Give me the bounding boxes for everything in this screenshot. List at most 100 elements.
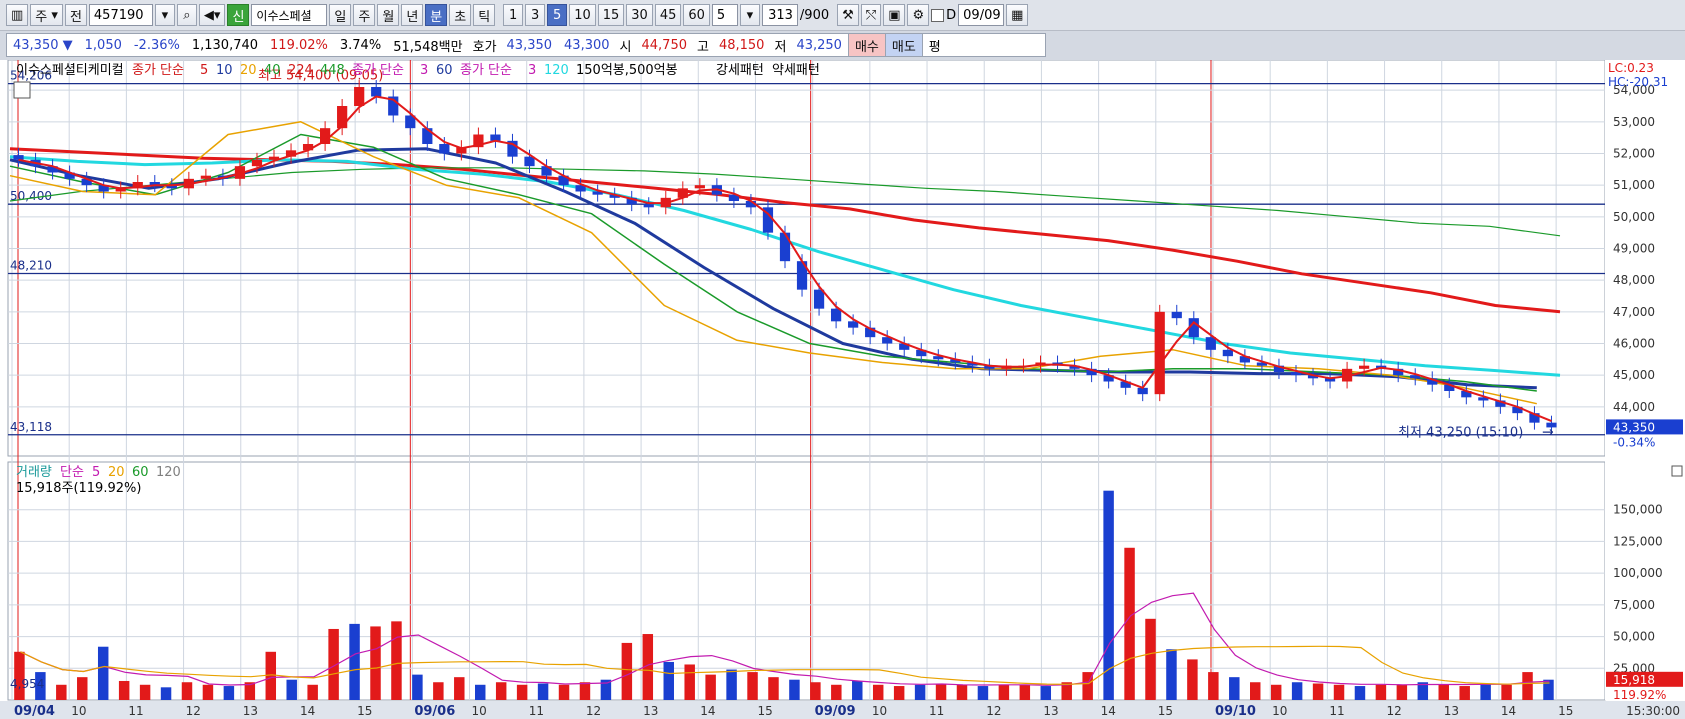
- table-icon: [13, 81, 31, 99]
- y-tick-label: 49,000: [1613, 242, 1655, 256]
- volume-bar: [56, 684, 67, 700]
- candle-body: [1171, 311, 1182, 319]
- calendar-icon[interactable]: ▦: [1006, 4, 1029, 26]
- stock-code-input[interactable]: 457190: [88, 4, 153, 26]
- date-input[interactable]: 09/09: [958, 4, 1005, 26]
- price-legend-item: 5: [200, 63, 208, 78]
- bid-price: 43,300: [564, 37, 610, 53]
- y-tick-label: 46,000: [1613, 337, 1655, 351]
- low-annotation: 최저 43,250 (15:10): [1398, 426, 1523, 441]
- volume-legend-item: 단순: [60, 465, 84, 480]
- indicator-icon[interactable]: ⚒: [837, 4, 859, 26]
- x-tick-label: 13: [1043, 704, 1058, 718]
- x-tick-label: 10: [872, 704, 887, 718]
- compare-icon[interactable]: ⤲: [860, 4, 882, 26]
- current-price: 43,350 ▼: [13, 37, 73, 53]
- period-tab-0[interactable]: 일: [329, 4, 352, 26]
- sell-button[interactable]: 매도: [884, 34, 922, 56]
- interval-tab-60[interactable]: 60: [683, 4, 710, 26]
- volume-bar: [747, 672, 758, 700]
- hc-label: HC:-20.31: [1608, 75, 1668, 89]
- y-tick-label: 48,000: [1613, 273, 1655, 287]
- price-legend-item: 종가 단순: [132, 63, 184, 78]
- x-tick-label: 12: [586, 704, 601, 718]
- period-tab-4[interactable]: 분: [425, 4, 448, 26]
- volume-bar: [1480, 683, 1491, 700]
- period-tab-5[interactable]: 초: [449, 4, 472, 26]
- volume-bar: [705, 674, 716, 700]
- y-tick-label: 52,000: [1613, 147, 1655, 161]
- volume-bar: [475, 684, 486, 700]
- interval-tab-30[interactable]: 30: [626, 4, 653, 26]
- interval-tab-5[interactable]: 5: [547, 4, 568, 26]
- quote-bar: 43,350 ▼ 1,050 -2.36% 1,130,740 119.02% …: [6, 33, 1046, 57]
- volume-bar: [1396, 684, 1408, 700]
- y-tick-label: 45,000: [1613, 368, 1655, 382]
- market-select-label: 주: [35, 9, 48, 25]
- candle-body: [422, 128, 433, 144]
- chart-toolbar: ▥ 주 ▾ 전 457190 ▾ ⌕ ◀▾ 신 이수스페셜 일주월년분초틱 13…: [0, 0, 1685, 31]
- low-arrow-icon: →: [1542, 425, 1554, 441]
- volume-bar: [160, 687, 172, 700]
- price-legend-item: 종가 단순: [460, 63, 512, 78]
- x-tick-label: 15: [1558, 704, 1573, 718]
- current-price-tag-label: 43,350: [1613, 420, 1655, 434]
- volume-legend-item: 5: [92, 465, 100, 480]
- interval-input[interactable]: 5: [711, 4, 738, 26]
- period-tab-3[interactable]: 년: [401, 4, 424, 26]
- interval-dropdown-icon[interactable]: ▾: [739, 4, 760, 26]
- volume-bar: [1522, 672, 1533, 700]
- volume-bar: [684, 664, 695, 700]
- volume-bar: [579, 682, 591, 700]
- volume-current-label: 15,918주(119.92%): [16, 481, 141, 496]
- interval-tab-10[interactable]: 10: [569, 4, 596, 26]
- price-legend-item: 60: [436, 63, 453, 78]
- interval-tab-15[interactable]: 15: [597, 4, 625, 26]
- volume-bar: [1019, 684, 1031, 700]
- volume-bar: [1229, 677, 1240, 700]
- interval-tab-45[interactable]: 45: [654, 4, 682, 26]
- chart-menu-icon[interactable]: ▥: [6, 4, 29, 26]
- y-tick-label: 53,000: [1613, 115, 1655, 129]
- price-legend-item: 종가 단순: [352, 63, 404, 78]
- gear-icon[interactable]: ⚙: [907, 4, 930, 26]
- period-tab-6[interactable]: 틱: [473, 4, 496, 26]
- volume-bar: [1040, 686, 1052, 700]
- interval-tab-3[interactable]: 3: [525, 4, 546, 26]
- volume-left-value: 4,954: [10, 677, 44, 691]
- candle-body: [1154, 311, 1165, 395]
- volume-bar: [14, 651, 25, 700]
- search-icon[interactable]: ⌕: [176, 4, 197, 26]
- prev-button[interactable]: 전: [64, 4, 87, 26]
- open-price: 44,750: [641, 37, 688, 53]
- ask-price: 43,350: [506, 37, 553, 53]
- buy-button[interactable]: 매수: [847, 34, 885, 56]
- volume-legend-item: 거래량: [16, 465, 52, 480]
- price-legend-item: 강세패턴: [716, 63, 764, 78]
- period-tab-1[interactable]: 주: [353, 4, 376, 26]
- volume-bar: [810, 682, 821, 700]
- market-select[interactable]: 주 ▾: [30, 4, 63, 26]
- volume-bar: [831, 684, 842, 700]
- candle-body: [694, 185, 705, 189]
- x-tick-label: 10: [71, 704, 86, 718]
- candle-body: [354, 87, 365, 106]
- period-tab-2[interactable]: 월: [377, 4, 400, 26]
- save-icon[interactable]: ▣: [883, 4, 906, 26]
- volume-bar: [935, 683, 947, 700]
- volume-bar: [349, 623, 360, 700]
- volume-bar: [1208, 672, 1219, 700]
- volume-legend-item: 120: [156, 465, 181, 480]
- speaker-icon[interactable]: ◀▾: [198, 4, 226, 26]
- candle-body: [1222, 349, 1233, 357]
- d-checkbox[interactable]: [931, 8, 945, 22]
- candle-body: [251, 159, 263, 167]
- x-tick-label: 12: [1387, 704, 1402, 718]
- y-tick-label: 44,000: [1613, 400, 1655, 414]
- x-tick-label: 14: [1501, 704, 1516, 718]
- count-input[interactable]: 313: [761, 4, 798, 26]
- flat-button[interactable]: 평: [921, 34, 947, 56]
- interval-tab-1[interactable]: 1: [503, 4, 524, 26]
- x-tick-label: 13: [643, 704, 658, 718]
- stock-dropdown-icon[interactable]: ▾: [154, 4, 175, 26]
